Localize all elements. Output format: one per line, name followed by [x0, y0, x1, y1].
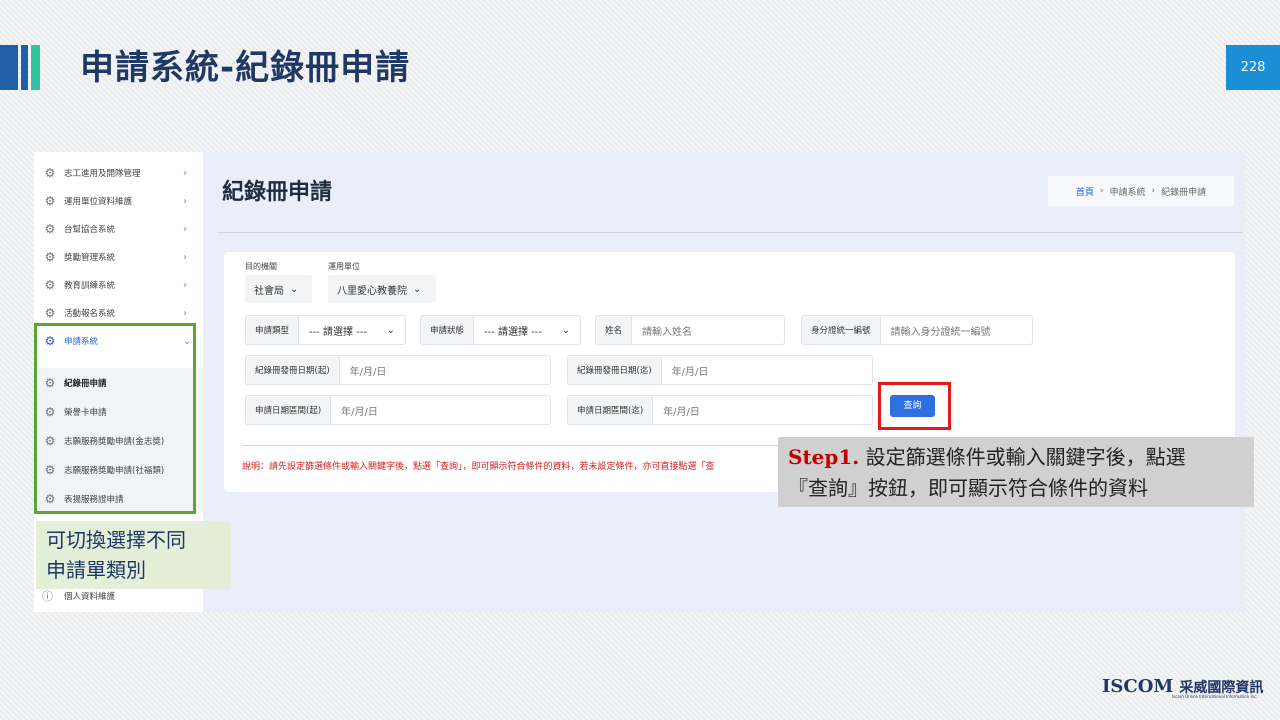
unit-select[interactable]: 八里愛心教養院 ⌄: [328, 275, 436, 303]
gear-icon: ⚙: [44, 194, 56, 208]
agency-label: 目的機關: [245, 262, 277, 271]
breadcrumb-separator: ›: [1151, 186, 1156, 196]
issue-date-end-field[interactable]: 紀錄冊發冊日期(迄) 年/月/日: [567, 355, 873, 385]
apply-date-start-field[interactable]: 申請日期區間(起) 年/月/日: [245, 395, 551, 425]
agency-select[interactable]: 社會局 ⌄: [245, 275, 312, 303]
issue-date-start-field[interactable]: 紀錄冊發冊日期(起) 年/月/日: [245, 355, 551, 385]
header-accent-bar: [21, 45, 28, 90]
gear-icon: ⚙: [44, 250, 56, 264]
breadcrumb-current: 紀錄冊申請: [1161, 187, 1207, 198]
chevron-right-icon: ›: [183, 251, 187, 263]
sidebar-item-integration[interactable]: ⚙ 台幫協合系統 ›: [34, 216, 203, 242]
chevron-down-icon: ⌄: [290, 283, 299, 295]
step-callout: Step1. 設定篩選條件或輸入關鍵字後，點選 『查詢』按鈕，即可顯示符合條件的…: [778, 437, 1254, 507]
header-accent-bar: [0, 45, 18, 90]
sidebar-item-training[interactable]: ⚙ 教育訓練系統 ›: [34, 272, 203, 298]
step-number: Step1.: [788, 445, 860, 469]
name-field[interactable]: 姓名 請輸入姓名: [595, 315, 785, 345]
apply-date-end-field[interactable]: 申請日期區間(迄) 年/月/日: [567, 395, 873, 425]
company-logo-subtitle: Iscom Online International Information I…: [1172, 694, 1258, 699]
id-number-field[interactable]: 身分證統一編號 請輸入身分證統一編號: [801, 315, 1033, 345]
chevron-right-icon: ›: [183, 279, 187, 291]
chevron-right-icon: ›: [183, 223, 187, 235]
info-icon: ⓘ: [42, 590, 53, 603]
chevron-down-icon: ⌄: [561, 324, 570, 336]
sidebar-item-reward[interactable]: ⚙ 獎勵管理系統 ›: [34, 244, 203, 270]
highlight-box-query: [878, 382, 951, 430]
breadcrumb-level2[interactable]: 申請系統: [1109, 185, 1145, 198]
chevron-right-icon: ›: [183, 195, 187, 207]
sidebar-item-volunteer-management[interactable]: ⚙ 志工進用及開隊管理 ›: [34, 160, 203, 186]
slide-title: 申請系統-紀錄冊申請: [80, 48, 411, 88]
breadcrumb-separator: ›: [1099, 186, 1104, 196]
divider: [217, 232, 1243, 233]
apply-status-select[interactable]: 申請狀態 --- 請選擇 --- ⌄: [420, 315, 581, 345]
unit-label: 運用單位: [328, 262, 360, 271]
breadcrumb: 首頁 › 申請系統 › 紀錄冊申請: [1048, 176, 1234, 206]
breadcrumb-home[interactable]: 首頁: [1076, 185, 1094, 198]
divider: [242, 445, 782, 446]
chevron-down-icon: ⌄: [413, 283, 422, 295]
apply-type-select[interactable]: 申請類型 --- 請選擇 --- ⌄: [245, 315, 406, 345]
sidebar-item-unit-data[interactable]: ⚙ 運用單位資料維護 ›: [34, 188, 203, 214]
annotation-left: 可切換選擇不同 申請單類別: [36, 521, 231, 589]
gear-icon: ⚙: [44, 166, 56, 180]
gear-icon: ⚙: [44, 278, 56, 292]
highlight-box-application-types: [34, 323, 196, 514]
chevron-right-icon: ›: [183, 167, 187, 179]
page-title: 紀錄冊申請: [222, 180, 333, 205]
gear-icon: ⚙: [44, 306, 56, 320]
header-accent-bar: [31, 45, 40, 90]
chevron-down-icon: ⌄: [386, 324, 395, 336]
chevron-right-icon: ›: [183, 307, 187, 319]
instruction-note: 說明：請先設定篩選條件或輸入關鍵字後，點選「查詢」，即可顯示符合條件的資料，若未…: [242, 462, 715, 472]
page-number: 228: [1226, 45, 1280, 90]
gear-icon: ⚙: [44, 222, 56, 236]
